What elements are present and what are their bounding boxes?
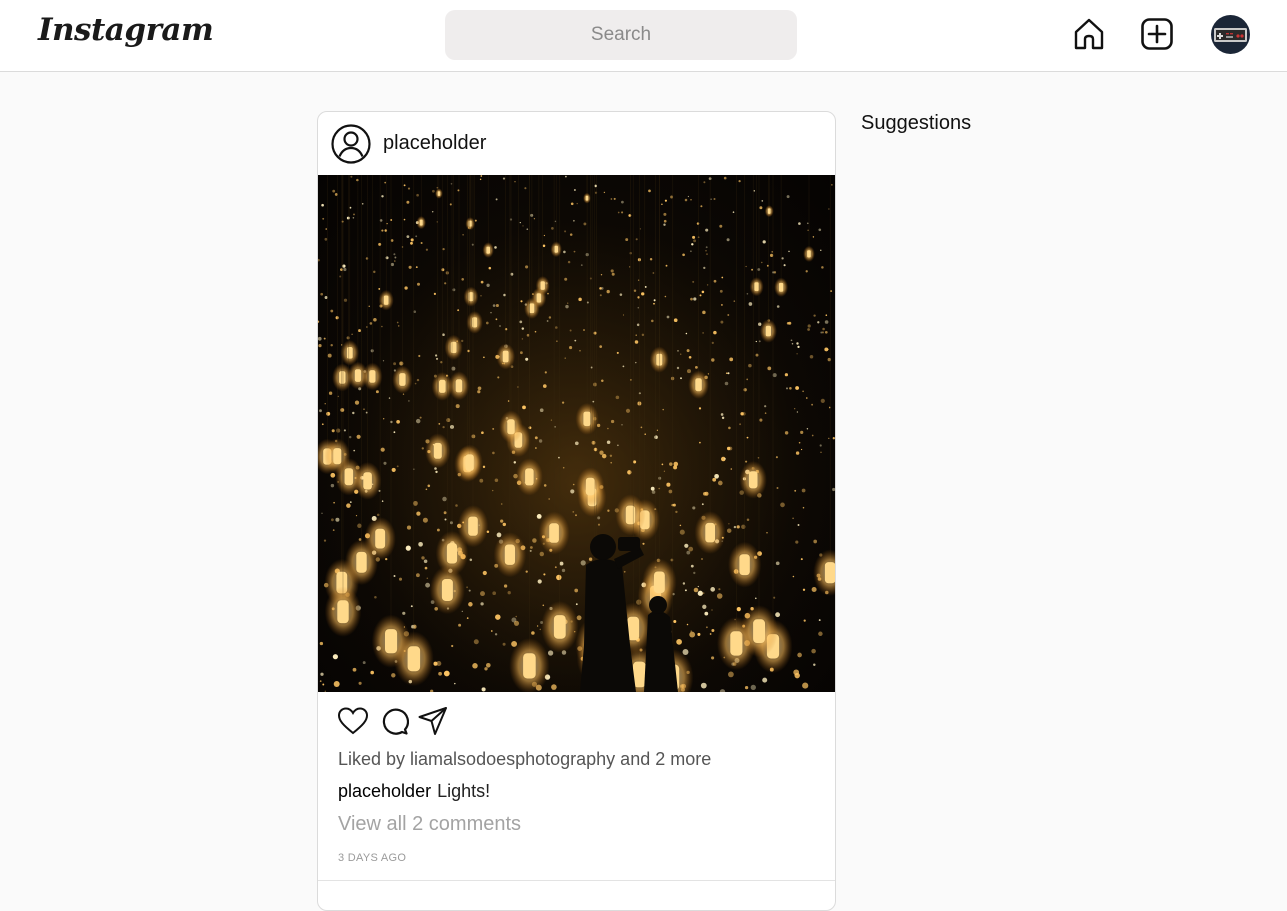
lanterns-photo: [318, 175, 835, 692]
divider: [318, 880, 835, 881]
post-timestamp: 3 DAYS AGO: [338, 852, 407, 864]
share-icon[interactable]: [417, 706, 449, 736]
search-input[interactable]: [445, 10, 797, 60]
suggestions-title: Suggestions: [861, 112, 972, 134]
home-icon[interactable]: [1071, 16, 1107, 52]
post-header: placeholder: [318, 112, 835, 176]
user-avatar-icon[interactable]: [331, 124, 371, 164]
post-card: placeholder Liked by liamalsodoesphotogr…: [317, 111, 836, 911]
top-nav-bar: Instagram: [0, 0, 1287, 72]
create-post-icon[interactable]: [1139, 16, 1175, 52]
comment-icon[interactable]: [379, 706, 411, 736]
gamepad-avatar-icon: [1214, 28, 1247, 42]
caption-username[interactable]: placeholder: [338, 781, 431, 801]
like-icon[interactable]: [337, 706, 369, 736]
view-comments-link[interactable]: View all 2 comments: [338, 813, 521, 836]
instagram-logo[interactable]: Instagram: [38, 12, 214, 48]
caption-text: Lights!: [437, 781, 491, 801]
post-username[interactable]: placeholder: [383, 132, 486, 155]
post-caption: placeholder Lights!: [338, 781, 490, 802]
likes-text[interactable]: Liked by liamalsodoesphotography and 2 m…: [338, 749, 711, 770]
post-image[interactable]: [318, 175, 835, 692]
profile-avatar[interactable]: [1211, 15, 1250, 54]
